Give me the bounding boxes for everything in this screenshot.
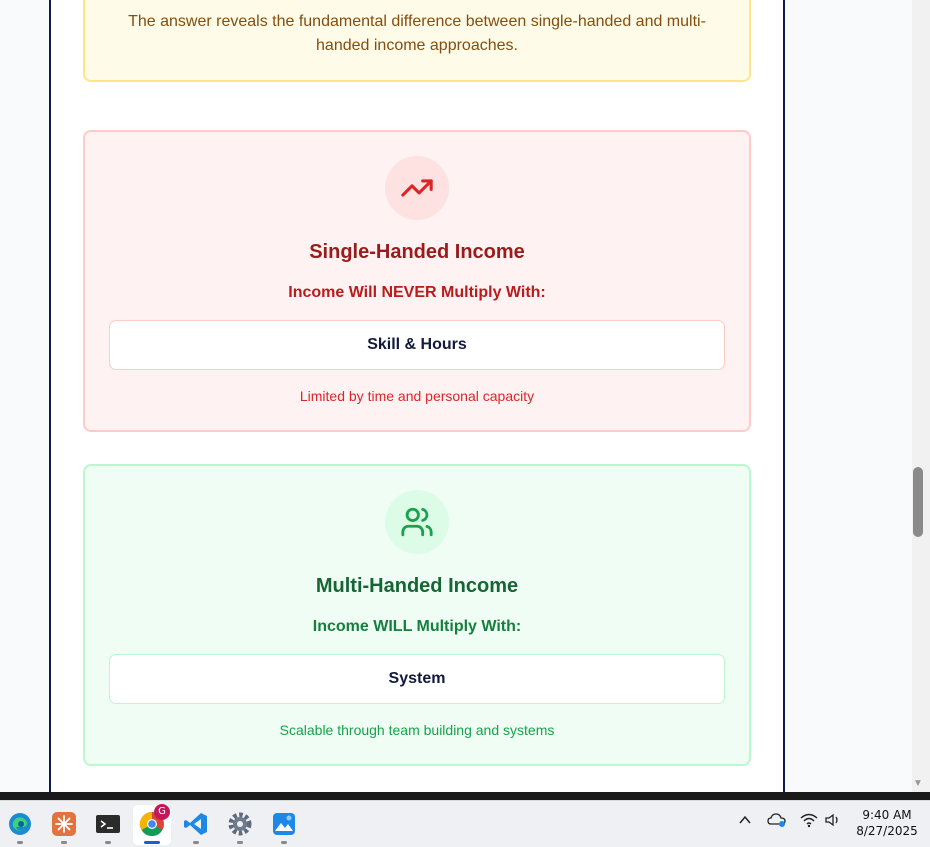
chevron-up-icon[interactable] — [738, 813, 752, 829]
wifi-icon[interactable] — [800, 812, 818, 831]
claude-icon[interactable] — [50, 810, 78, 838]
single-handed-card: Single-Handed Income Income Will NEVER M… — [83, 130, 751, 432]
multi-icon-circle — [385, 490, 449, 554]
claude-running-dot — [61, 841, 67, 844]
chrome-icon[interactable]: G — [138, 804, 170, 838]
single-value-box: Skill & Hours — [109, 320, 725, 370]
multi-handed-card: Multi-Handed Income Income WILL Multiply… — [83, 464, 751, 766]
volume-icon[interactable] — [824, 812, 842, 831]
edge-icon[interactable] — [6, 810, 34, 838]
settings-running-dot — [237, 841, 243, 844]
browser-viewport: The answer reveals the fundamental diffe… — [0, 0, 912, 792]
vscode-icon[interactable] — [182, 810, 210, 838]
trending-up-icon — [401, 179, 433, 197]
single-card-subtitle: Income Will NEVER Multiply With: — [288, 284, 546, 301]
system-clock[interactable]: 9:40 AM 8/27/2025 — [848, 807, 926, 839]
clock-time: 9:40 AM — [862, 808, 912, 822]
clock-date: 8/27/2025 — [856, 824, 918, 838]
multi-card-title: Multi-Handed Income — [315, 575, 519, 597]
multi-value-box: System — [109, 654, 725, 704]
vertical-scrollbar[interactable] — [912, 0, 930, 792]
info-note: The answer reveals the fundamental diffe… — [83, 0, 751, 82]
photos-icon[interactable] — [270, 810, 298, 838]
single-icon-circle — [385, 156, 449, 220]
photos-running-dot — [281, 841, 287, 844]
single-card-note: Limited by time and personal capacity — [299, 388, 535, 404]
info-note-text: The answer reveals the fundamental diffe… — [128, 13, 706, 54]
onedrive-icon[interactable] — [767, 812, 787, 831]
scroll-down-arrow-icon[interactable]: ▼ — [912, 779, 924, 789]
chrome-profile-badge: G — [154, 804, 170, 820]
single-card-title: Single-Handed Income — [309, 241, 525, 263]
single-value: Skill & Hours — [367, 336, 467, 353]
taskbar: G — [0, 800, 930, 847]
vscode-running-dot — [193, 841, 199, 844]
edge-running-dot — [17, 841, 23, 844]
multi-value: System — [388, 670, 446, 687]
multi-card-note: Scalable through team building and syste… — [279, 722, 555, 738]
terminal-icon[interactable] — [94, 810, 122, 838]
terminal-running-dot — [105, 841, 111, 844]
chrome-running-dot — [144, 841, 160, 844]
multi-card-subtitle: Income WILL Multiply With: — [312, 618, 522, 635]
users-icon — [401, 507, 433, 537]
settings-icon[interactable] — [226, 810, 254, 838]
window-bottom-edge — [0, 792, 930, 800]
scrollbar-thumb[interactable] — [913, 467, 923, 537]
